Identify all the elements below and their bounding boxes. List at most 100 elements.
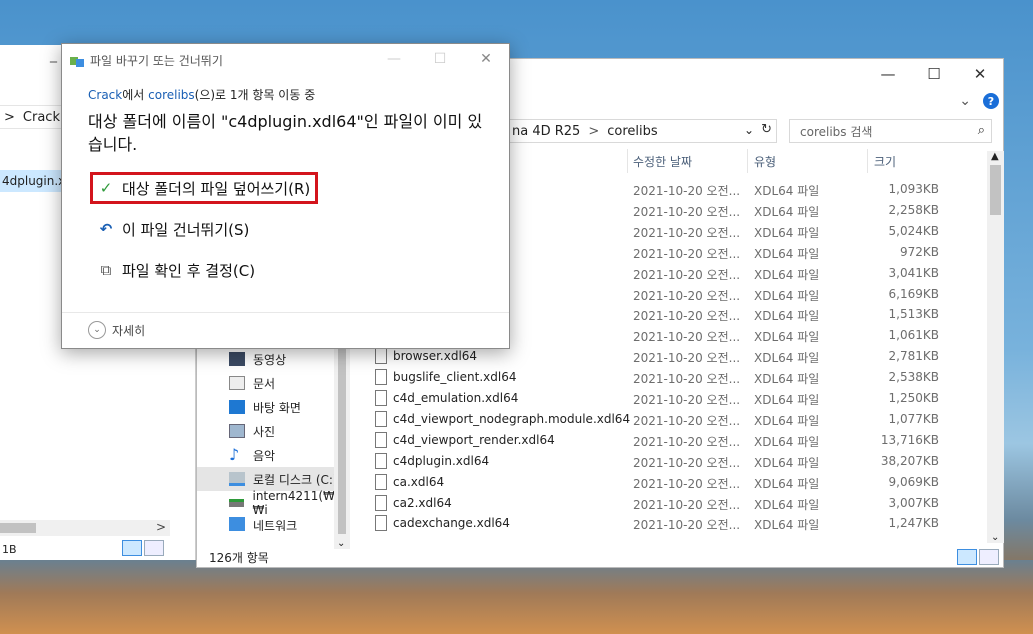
file-row[interactable]: c4d_emulation.xdl64 2021-10-20 오전... XDL64… (367, 388, 987, 409)
nav-item-network-drive[interactable]: intern4211(₩₩i (197, 489, 347, 517)
file-date: 2021-10-20 오전... (633, 204, 741, 219)
details-view-icon[interactable] (957, 549, 977, 565)
nav-item-documents[interactable]: 문서 (197, 371, 347, 395)
file-icon (375, 452, 387, 469)
file-row[interactable]: ca2.xdl64 2021-10-20 오전... XDL64 파일 3,007KB (367, 493, 987, 514)
view-toggle[interactable] (957, 549, 999, 565)
file-type: XDL64 파일 (754, 372, 820, 387)
scroll-down-icon[interactable]: ⌄ (337, 538, 345, 549)
nav-item-local-disk[interactable]: 로컬 디스크 (C:) (197, 467, 347, 491)
file-row[interactable]: cadexchange.xdl64 2021-10-20 오전... XDL64 파… (367, 513, 987, 534)
column-divider[interactable] (747, 149, 748, 173)
address-bar[interactable]: na 4D R25 > corelibs ⌄ ↻ (509, 119, 777, 143)
minimize-button[interactable]: _ (50, 47, 57, 63)
status-text: 1B (2, 542, 17, 556)
refresh-icon[interactable]: ↻ (761, 122, 772, 137)
more-details-button[interactable]: ⌄ 자세히 (88, 321, 145, 339)
file-name: c4d_viewport_render.xdl64 (393, 432, 555, 447)
scroll-thumb[interactable] (0, 523, 36, 533)
dialog-title: 파일 바꾸기 또는 건너뛰기 (70, 52, 223, 69)
file-row[interactable]: c4dplugin.xdl64 2021-10-20 오전... XDL64 파일 3… (367, 451, 987, 472)
replace-file-option[interactable]: ✓ 대상 폴더의 파일 덮어쓰기(R) (90, 172, 319, 204)
file-type: XDL64 파일 (754, 351, 820, 366)
column-header-size[interactable]: 크기 (874, 153, 896, 170)
breadcrumb-item-corelibs[interactable]: corelibs (607, 124, 657, 139)
maximize-button[interactable]: ☐ (417, 44, 463, 74)
file-name: bugslife_client.xdl64 (393, 370, 517, 385)
nav-item-videos[interactable]: 동영상 (197, 347, 347, 371)
destination-folder-link[interactable]: corelibs (148, 88, 195, 102)
status-bar: 1B (0, 539, 196, 559)
column-header-modified[interactable]: 수정한 날짜 (633, 153, 692, 170)
nav-item-pictures[interactable]: 사진 (197, 419, 347, 443)
close-button[interactable]: ✕ (957, 59, 1003, 89)
view-toggle[interactable] (122, 540, 164, 556)
column-divider[interactable] (627, 149, 628, 173)
file-date: 2021-10-20 오전... (633, 413, 741, 428)
file-size: 38,207KB (880, 453, 939, 468)
file-name: c4dplugin.xdl64 (393, 453, 490, 468)
compare-files-option[interactable]: ⧉ 파일 확인 후 결정(C) (92, 254, 261, 286)
file-type: XDL64 파일 (754, 288, 820, 303)
scroll-thumb[interactable] (990, 165, 1001, 215)
file-date: 2021-10-20 오전... (633, 330, 741, 345)
file-size: 1,093KB (888, 182, 939, 196)
nav-item-music[interactable]: ♪ 음악 (197, 443, 347, 467)
file-row[interactable]: c4d_viewport_nodegraph.module.xdl64 2021-… (367, 409, 987, 430)
details-label: 자세히 (112, 323, 146, 338)
file-row[interactable]: c4d_viewport_render.xdl64 2021-10-20 오전..… (367, 430, 987, 451)
file-date: 2021-10-20 오전... (633, 372, 741, 387)
nav-item-label: 네트워크 (253, 519, 298, 531)
search-icon[interactable]: ⌕ (978, 123, 985, 138)
search-input[interactable]: corelibs 검색 ⌕ (789, 119, 992, 143)
minimize-button[interactable]: — (371, 44, 417, 74)
minimize-button[interactable]: — (865, 59, 911, 89)
file-row[interactable]: ca.xdl64 2021-10-20 오전... XDL64 파일 9,069KB (367, 472, 987, 493)
file-row[interactable]: browser.xdl64 2021-10-20 오전... XDL64 파일 2,7… (367, 346, 987, 367)
file-date: 2021-10-20 오전... (633, 351, 741, 366)
file-size: 2,258KB (888, 202, 939, 217)
file-icon (375, 431, 387, 448)
source-folder-link[interactable]: Crack (88, 88, 122, 102)
network-icon (229, 517, 245, 531)
file-type: XDL64 파일 (754, 518, 820, 533)
dialog-controls: — ☐ ✕ (371, 44, 509, 74)
undo-arrow-icon: ↶ (99, 220, 113, 238)
close-button[interactable]: ✕ (463, 44, 509, 74)
nav-item-label: 문서 (253, 376, 276, 391)
file-size: 2,781KB (888, 349, 939, 364)
file-list-scrollbar[interactable]: ▲ ⌄ (987, 151, 1004, 543)
file-move-icon (70, 55, 84, 67)
option-label: 이 파일 건너뛰기(S) (122, 220, 250, 239)
breadcrumb-item-parent[interactable]: na 4D R25 (512, 124, 580, 139)
conflict-message: 대상 폴더에 이름이 "c4dplugin.xdl64"인 파일이 이미 있습니… (88, 112, 483, 154)
nav-item-network[interactable]: 네트워크 (197, 517, 347, 531)
file-size: 6,169KB (888, 286, 939, 301)
breadcrumb-separator[interactable]: > (588, 124, 599, 139)
large-icons-view-icon[interactable] (144, 540, 164, 556)
selected-file-row[interactable]: 4dplugin.xd (0, 170, 73, 192)
scroll-thumb[interactable] (338, 349, 346, 534)
file-date: 2021-10-20 오전... (633, 267, 741, 282)
file-type: XDL64 파일 (754, 246, 820, 261)
scroll-down-icon[interactable]: ⌄ (991, 532, 999, 543)
address-dropdown-icon[interactable]: ⌄ (744, 123, 754, 137)
file-row[interactable]: bugslife_client.xdl64 2021-10-20 오전... XDL… (367, 367, 987, 388)
skip-file-option[interactable]: ↶ 이 파일 건너뛰기(S) (92, 213, 255, 245)
details-view-icon[interactable] (122, 540, 142, 556)
horizontal-scrollbar[interactable]: > (0, 520, 170, 536)
column-divider[interactable] (867, 149, 868, 173)
maximize-button[interactable]: ☐ (911, 59, 957, 89)
expand-ribbon-icon[interactable]: ⌄ (959, 93, 971, 109)
nav-scrollbar[interactable]: ⌄ (334, 349, 350, 549)
scroll-up-icon[interactable]: ▲ (991, 151, 999, 162)
breadcrumb-item-crack[interactable]: Crack (23, 110, 60, 125)
file-size: 1,250KB (888, 391, 939, 405)
column-header-type[interactable]: 유형 (754, 153, 776, 170)
large-icons-view-icon[interactable] (979, 549, 999, 565)
nav-item-desktop[interactable]: 바탕 화면 (197, 395, 347, 419)
scroll-right-icon[interactable]: > (156, 520, 166, 534)
help-icon[interactable]: ? (983, 93, 999, 109)
compare-files-icon: ⧉ (100, 261, 112, 279)
file-name: browser.xdl64 (393, 349, 478, 364)
